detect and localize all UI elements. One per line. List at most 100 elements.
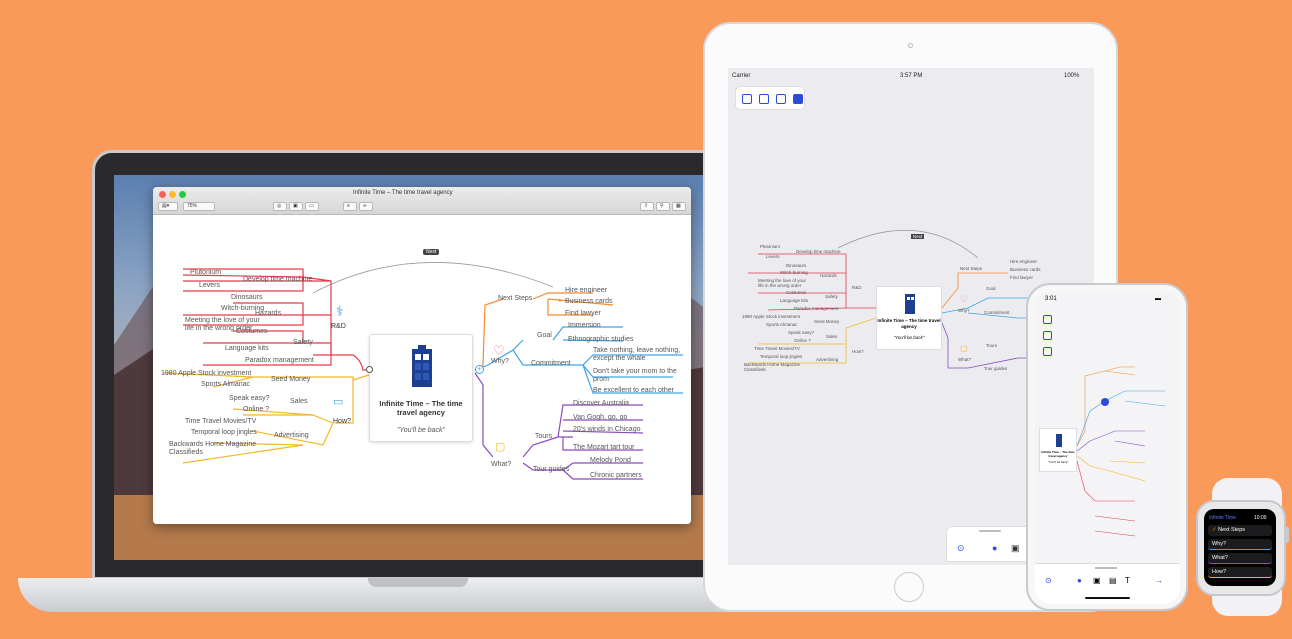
node-rd[interactable]: R&D — [331, 323, 346, 330]
task-icon[interactable]: T — [1125, 576, 1130, 585]
node-take[interactable]: Take nothing, leave nothing, except the … — [593, 347, 688, 363]
node-levers[interactable]: Levers — [199, 282, 220, 289]
zoom-icon[interactable] — [179, 191, 186, 198]
collapse-left-handle[interactable] — [366, 366, 373, 373]
watch-crown[interactable] — [1284, 527, 1289, 543]
link-icon[interactable]: ∞ — [359, 202, 373, 211]
add-node-icon[interactable]: + — [475, 365, 484, 374]
node-tour-guides[interactable]: Tour guides — [984, 366, 1007, 371]
node-dinosaurs[interactable]: Dinosaurs — [231, 294, 263, 301]
connection-label[interactable]: Next — [911, 234, 925, 239]
minimize-icon[interactable] — [169, 191, 176, 198]
node-safety[interactable]: Safety — [293, 339, 313, 346]
central-node[interactable]: Infinite Time – The time travel agency "… — [876, 286, 942, 350]
close-icon[interactable] — [159, 191, 166, 198]
watch-row-why[interactable]: Why? — [1208, 539, 1272, 550]
node-excellent[interactable]: Be excellent to each other — [593, 387, 674, 394]
sidebar-toggle-button[interactable]: ▤▾ — [158, 202, 178, 211]
image-icon[interactable]: ▣ — [289, 202, 303, 211]
node-sales[interactable]: Sales — [826, 334, 837, 339]
node-tours[interactable]: Tours — [986, 343, 997, 348]
add-child-icon[interactable]: ⊙ — [957, 543, 965, 554]
node-hire[interactable]: Hire engineer — [565, 287, 607, 294]
node-hazards[interactable]: Hazards — [820, 273, 837, 278]
node-why[interactable]: Why? — [958, 308, 970, 313]
drag-handle[interactable] — [1095, 567, 1117, 569]
node-paradox[interactable]: Paradox management — [245, 357, 314, 364]
node-cards[interactable]: Business cards — [565, 298, 612, 305]
watch-row-next[interactable]: ✓ Next Steps — [1208, 525, 1272, 536]
node-paradox[interactable]: Paradox management — [794, 306, 838, 311]
node-advertising[interactable]: Advertising — [816, 357, 838, 362]
node-how[interactable]: How? — [333, 418, 351, 425]
node-backwards[interactable]: Backwards Home Magazine Classifieds — [169, 441, 259, 457]
zoom-select[interactable]: 75% — [183, 202, 215, 211]
node-safety[interactable]: Safety — [825, 294, 838, 299]
node-develop[interactable]: Develop time machine — [243, 276, 312, 283]
mindmap-canvas[interactable]: Next Develop time machine Plutonium Leve… — [153, 215, 691, 524]
image-icon[interactable]: ▣ — [1093, 576, 1101, 585]
image-icon[interactable]: ▣ — [1011, 543, 1020, 554]
node-melody[interactable]: Melody Pond — [590, 457, 631, 464]
node-goal[interactable]: Goal — [537, 332, 552, 339]
node-hire[interactable]: Hire engineer — [1010, 259, 1037, 264]
node-sports[interactable]: Sports Almanac — [766, 322, 798, 327]
drag-handle[interactable] — [979, 530, 1001, 532]
node-vangogh[interactable]: Van Gogh, go, go — [573, 414, 627, 421]
node-lawyer[interactable]: Find lawyer — [565, 310, 601, 317]
node-plutonium[interactable]: Plutonium — [760, 244, 780, 249]
node-commitment[interactable]: Commitment — [984, 310, 1010, 315]
node-develop[interactable]: Develop time machine — [796, 249, 841, 254]
node-witch[interactable]: Witch-burning — [780, 270, 808, 275]
node-temporal[interactable]: Temporal loop jingles — [760, 354, 802, 359]
central-node[interactable]: Infinite Time – The time travel agency "… — [1039, 428, 1077, 472]
ipad-home-button[interactable] — [894, 572, 924, 602]
node-advertising[interactable]: Advertising — [274, 432, 309, 439]
node-apple[interactable]: 1980 Apple Stock investment — [742, 314, 800, 319]
node-sports[interactable]: Sports Almanac — [201, 381, 250, 388]
node-why[interactable]: Why? — [491, 358, 509, 365]
align-icon[interactable]: ≡ — [343, 202, 357, 211]
share-icon[interactable]: ⇧ — [640, 202, 654, 211]
node-immersion[interactable]: Immersion — [568, 322, 601, 329]
add-node-icon[interactable] — [1101, 398, 1109, 406]
node-costumes[interactable]: Costumes — [236, 328, 268, 335]
node-chronic[interactable]: Chronic partners — [590, 472, 642, 479]
camera-icon[interactable]: ◎ — [273, 202, 287, 211]
node-rd[interactable]: R&D — [852, 285, 862, 290]
node-dinosaurs[interactable]: Dinosaurs — [786, 263, 806, 268]
node-sales[interactable]: Sales — [290, 398, 308, 405]
emoji-icon[interactable]: ● — [1077, 576, 1082, 585]
central-node[interactable]: Infinite Time – The time travel agency "… — [369, 334, 473, 442]
watch-row-what[interactable]: What? — [1208, 553, 1272, 564]
node-dont[interactable]: Don't take your mom to the prom — [593, 368, 678, 384]
node-tour-guides[interactable]: Tour guides — [533, 466, 569, 473]
node-mozart[interactable]: The Mozart tart tour — [573, 444, 634, 451]
node-speak[interactable]: Speak easy? — [229, 395, 269, 402]
note-icon[interactable]: ▤ — [1109, 576, 1117, 585]
node-seed[interactable]: Seed Money — [271, 376, 310, 383]
node-commitment[interactable]: Commitment — [531, 360, 571, 367]
node-language[interactable]: Language kits — [225, 345, 269, 352]
task-done-icon[interactable]: ● — [558, 298, 562, 304]
node-discover[interactable]: Discover Australia — [573, 400, 629, 407]
node-backwards[interactable]: Backwards Home Magazine Classifieds — [744, 362, 804, 372]
node-ethno[interactable]: Ethnographic studies — [568, 336, 633, 343]
watch-row-how[interactable]: How? — [1208, 567, 1272, 578]
node-plutonium[interactable]: Plutonium — [190, 269, 221, 276]
node-lawyer[interactable]: Find lawyer — [1010, 275, 1033, 280]
node-ttmovies[interactable]: Time Travel Movies/TV — [185, 418, 256, 425]
add-sibling-icon[interactable]: → — [1155, 576, 1163, 585]
node-seed[interactable]: Seed Money — [814, 319, 839, 324]
node-cards[interactable]: Business cards — [1010, 267, 1041, 272]
node-twenties[interactable]: 20's winds in Chicago — [573, 426, 640, 433]
node-goal[interactable]: Goal — [986, 286, 996, 291]
node-meeting[interactable]: Meeting the love of your life in the wro… — [758, 278, 813, 288]
node-tours[interactable]: Tours — [535, 433, 552, 440]
note-icon[interactable]: ▭ — [305, 202, 319, 211]
node-language[interactable]: Language kits — [780, 298, 808, 303]
inspector-icon[interactable]: ⚲ — [656, 202, 670, 211]
add-child-icon[interactable]: ⊙ — [1045, 576, 1052, 585]
emoji-icon[interactable]: ● — [992, 543, 997, 553]
window-titlebar[interactable]: Infinite Time – The time travel agency ▤… — [153, 187, 691, 215]
